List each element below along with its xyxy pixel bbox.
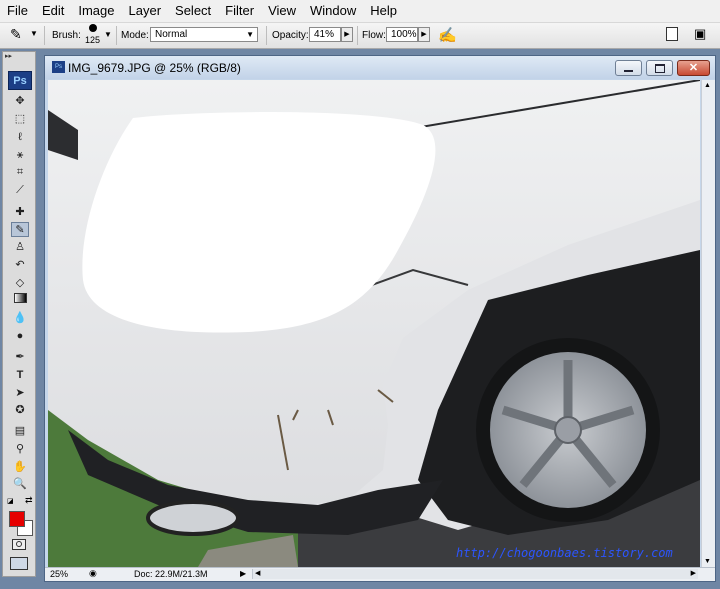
blur-tool-icon[interactable]: 💧	[11, 311, 29, 326]
opacity-slider-arrow-icon[interactable]: ▶	[341, 27, 353, 42]
lasso-tool-icon[interactable]: ℓ	[11, 130, 29, 145]
toolbox-collapse-icon[interactable]: ▸▸	[5, 52, 12, 60]
mode-select[interactable]: Normal ▼	[150, 27, 258, 42]
brush-tool-icon[interactable]: ✎	[11, 222, 29, 237]
workspace-icon[interactable]: ▣	[694, 26, 706, 42]
status-menu-arrow-icon[interactable]: ▶	[240, 569, 246, 578]
brush-tip-icon[interactable]	[89, 24, 97, 32]
scroll-up-icon[interactable]: ▲	[704, 82, 711, 89]
brush-picker-arrow-icon[interactable]: ▼	[104, 30, 112, 39]
flow-label: Flow:	[362, 30, 386, 41]
marquee-tool-icon[interactable]: ⬚	[11, 112, 29, 127]
image-canvas[interactable]: http://chogoonbaes.tistory.com	[48, 80, 700, 567]
flow-slider-arrow-icon[interactable]: ▶	[418, 27, 430, 42]
screen-mode-icon[interactable]	[10, 557, 28, 570]
scroll-down-icon[interactable]: ▼	[704, 558, 711, 565]
menu-layer[interactable]: Layer	[122, 0, 169, 22]
swap-colors-icon[interactable]: ⇄	[25, 495, 33, 506]
opacity-input[interactable]: 41%	[309, 27, 341, 42]
quick-mask-icon[interactable]	[12, 539, 26, 550]
type-tool-icon[interactable]: T	[11, 368, 29, 383]
path-selection-tool-icon[interactable]: ➤	[11, 386, 29, 401]
clone-stamp-tool-icon[interactable]: ♙	[11, 240, 29, 255]
document-title: IMG_9679.JPG @ 25% (RGB/8)	[68, 61, 241, 75]
separator	[357, 26, 358, 45]
slice-tool-icon[interactable]: ⟋	[11, 183, 29, 198]
move-tool-icon[interactable]: ✥	[11, 94, 29, 109]
document-icon: Ps	[52, 61, 65, 73]
photoshop-logo[interactable]: Ps	[8, 71, 32, 90]
scroll-left-icon[interactable]: ◀	[255, 569, 260, 577]
eyedropper-tool-icon[interactable]: ⚲	[11, 442, 29, 457]
menu-view[interactable]: View	[261, 0, 303, 22]
dodge-tool-icon[interactable]: ●	[11, 329, 29, 344]
brush-size-value: 125	[85, 35, 101, 45]
mode-label: Mode:	[121, 30, 149, 41]
eraser-tool-icon[interactable]: ◇	[11, 276, 29, 291]
palette-well-icon[interactable]	[666, 27, 678, 41]
menu-help[interactable]: Help	[363, 0, 404, 22]
menu-filter[interactable]: Filter	[218, 0, 261, 22]
airbrush-icon[interactable]: ✍	[438, 26, 457, 44]
menu-edit[interactable]: Edit	[35, 0, 71, 22]
menu-select[interactable]: Select	[168, 0, 218, 22]
document-window: Ps IMG_9679.JPG @ 25% (RGB/8) ✕ http://c…	[44, 55, 716, 582]
notes-tool-icon[interactable]: ▤	[11, 424, 29, 439]
hand-tool-icon[interactable]: ✋	[11, 460, 29, 475]
zoom-level[interactable]: 25%	[50, 569, 68, 579]
horizontal-scrollbar[interactable]: ◀ ▶	[252, 569, 698, 579]
document-size: Doc: 22.9M/21.3M	[134, 569, 208, 579]
toolbox: ▸▸ Ps ✥ ⬚ ℓ ⚹ ⌗ ⟋ ✚ ✎ ♙ ↶ ◇ 💧 ● ✒ T ➤ ✪ …	[2, 51, 36, 577]
history-brush-tool-icon[interactable]: ↶	[11, 258, 29, 273]
document-title-bar[interactable]: Ps IMG_9679.JPG @ 25% (RGB/8) ✕	[45, 56, 715, 79]
opacity-label: Opacity:	[272, 30, 309, 41]
zoom-tool-icon[interactable]: 🔍	[11, 477, 29, 492]
vertical-scrollbar[interactable]: ▲ ▼	[701, 80, 715, 567]
magic-wand-tool-icon[interactable]: ⚹	[11, 148, 29, 163]
menu-bar: File Edit Image Layer Select Filter View…	[0, 0, 720, 23]
chevron-down-icon: ▼	[246, 30, 254, 39]
separator	[44, 26, 45, 45]
separator	[266, 26, 267, 45]
menu-window[interactable]: Window	[303, 0, 363, 22]
separator	[116, 26, 117, 45]
pen-tool-icon[interactable]: ✒	[11, 350, 29, 365]
gradient-tool-icon[interactable]	[11, 293, 29, 308]
maximize-button[interactable]	[646, 60, 673, 76]
menu-image[interactable]: Image	[71, 0, 121, 22]
menu-file[interactable]: File	[0, 0, 35, 22]
scroll-right-icon[interactable]: ▶	[691, 569, 696, 577]
healing-brush-tool-icon[interactable]: ✚	[11, 205, 29, 220]
options-bar: ✎ ▼ Brush: 125 ▼ Mode: Normal ▼ Opacity:…	[0, 23, 720, 49]
flow-input[interactable]: 100%	[386, 27, 418, 42]
preset-dropdown-icon[interactable]: ▼	[30, 29, 38, 38]
foreground-color-swatch[interactable]	[9, 511, 25, 527]
crop-tool-icon[interactable]: ⌗	[11, 165, 29, 180]
minimize-button[interactable]	[615, 60, 642, 76]
status-options-icon[interactable]: ◉	[89, 568, 97, 579]
brush-tool-preset-icon[interactable]: ✎	[10, 26, 22, 43]
status-bar: 25% ◉ Doc: 22.9M/21.3M ▶ ◀ ▶	[45, 567, 715, 581]
default-colors-icon[interactable]: ◪	[7, 497, 14, 505]
mode-value: Normal	[155, 29, 188, 40]
close-button[interactable]: ✕	[677, 60, 710, 76]
car-photo	[48, 80, 700, 567]
watermark-text: http://chogoonbaes.tistory.com	[456, 546, 673, 560]
brush-label: Brush:	[52, 30, 81, 41]
shape-tool-icon[interactable]: ✪	[11, 403, 29, 418]
